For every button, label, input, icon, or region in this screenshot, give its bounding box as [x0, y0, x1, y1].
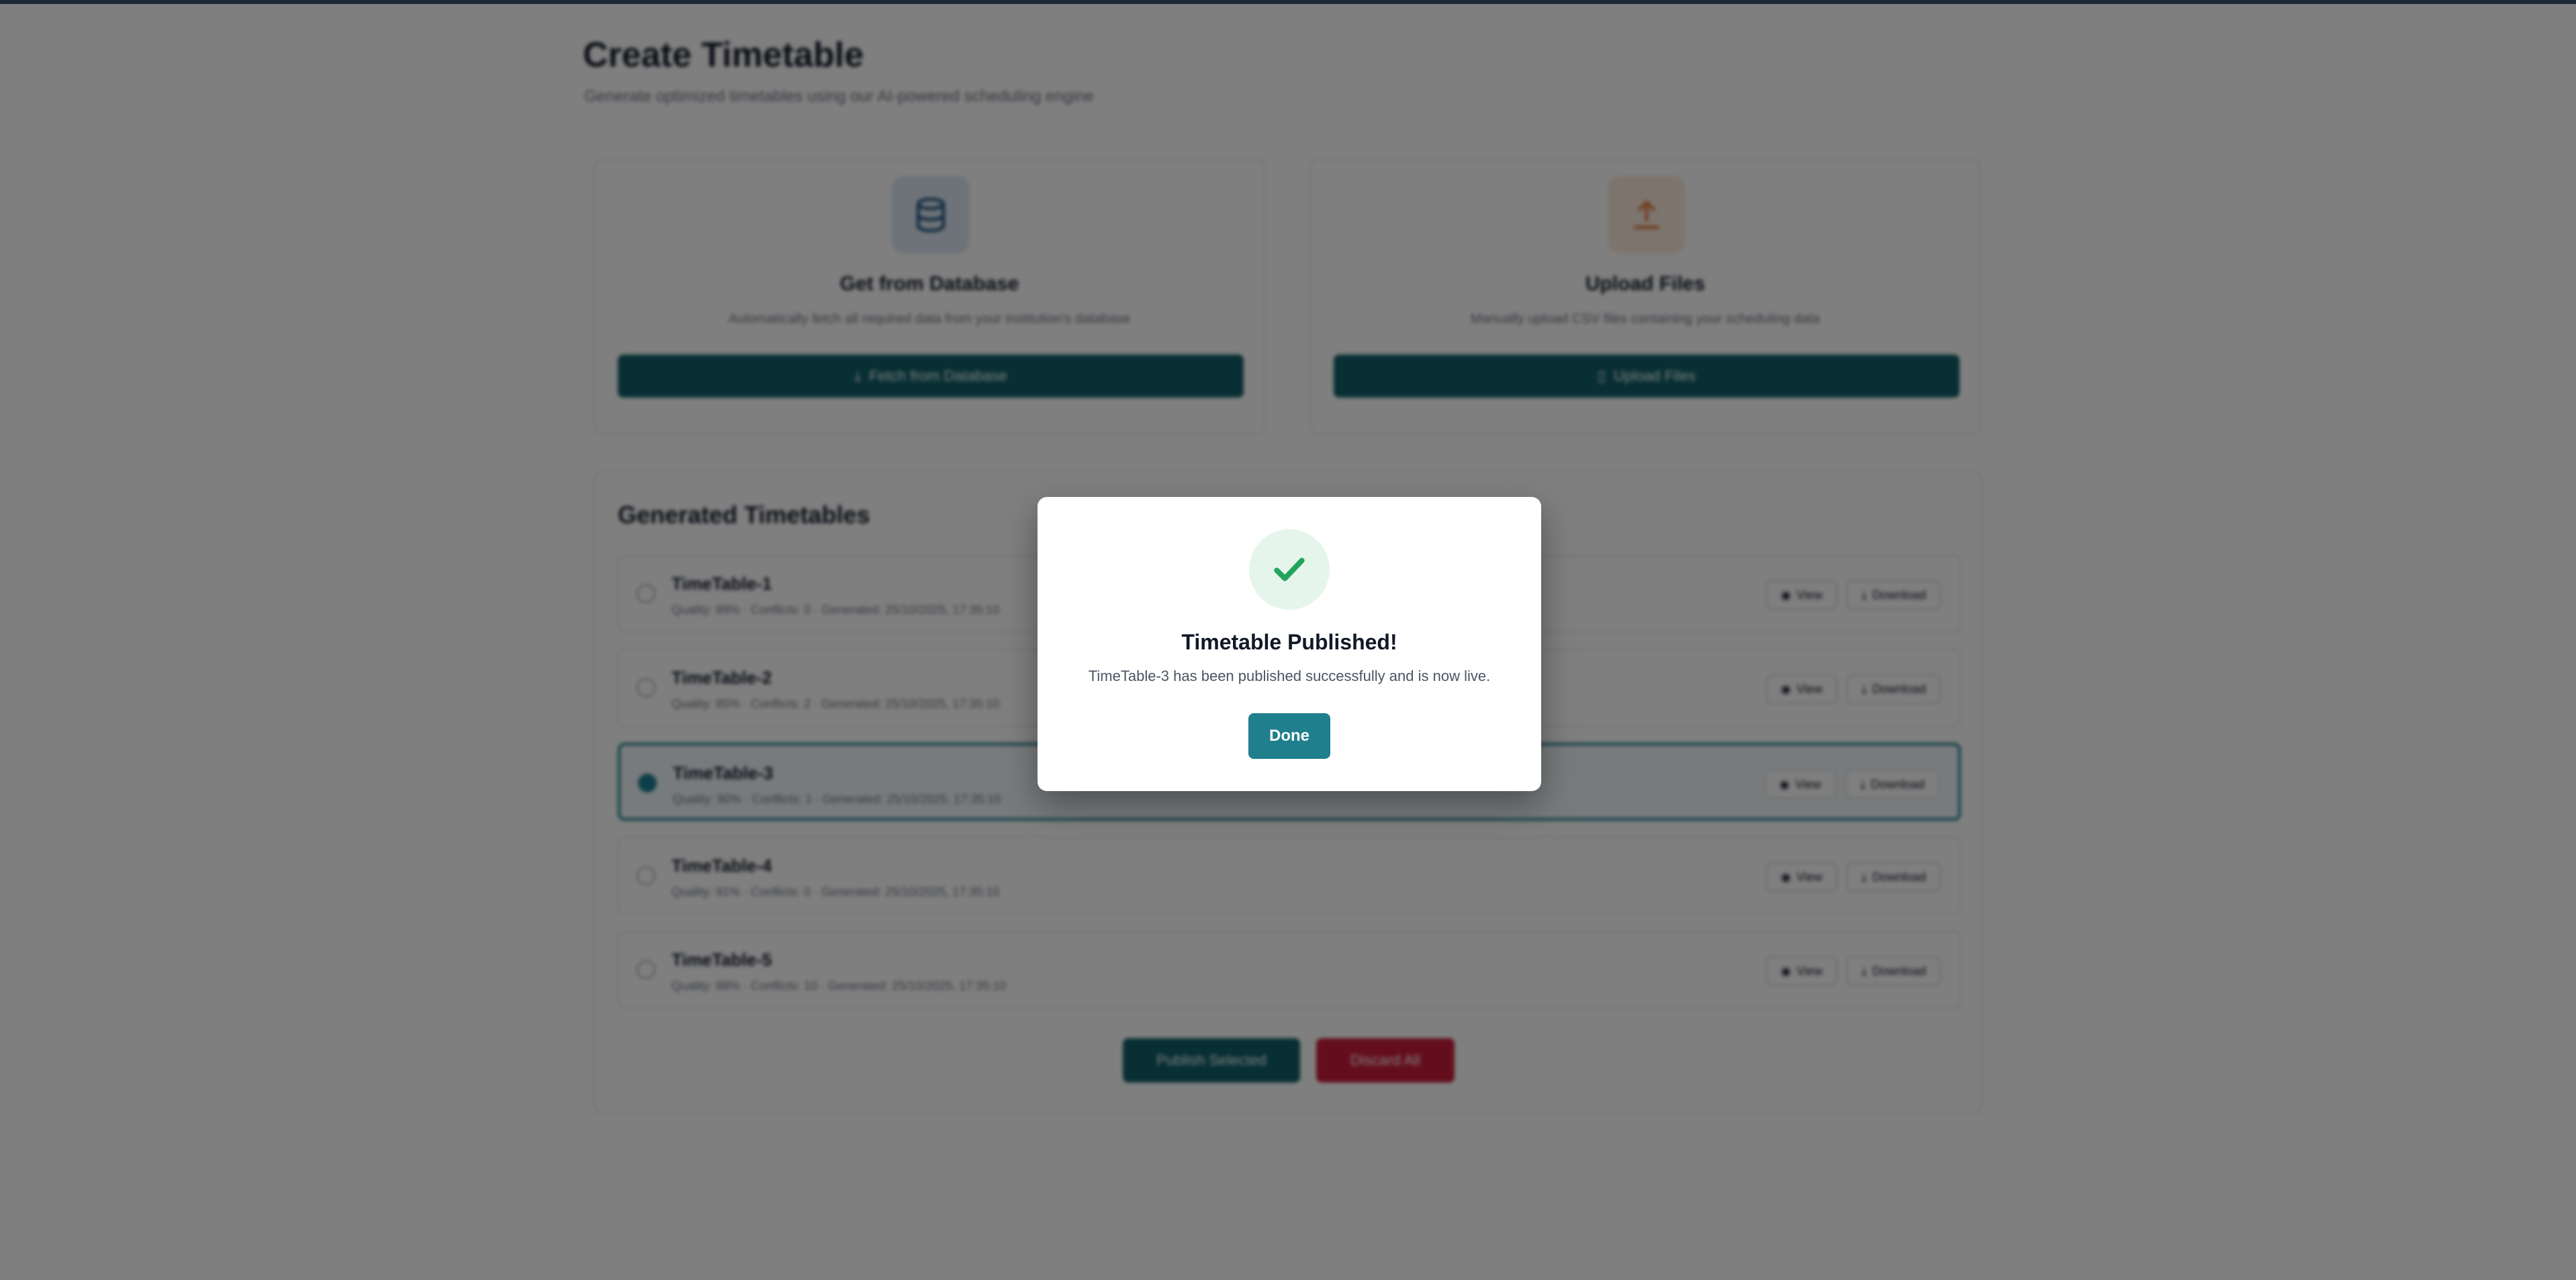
publish-success-dialog: Timetable Published! TimeTable-3 has bee… [1038, 497, 1541, 791]
dialog-title: Timetable Published! [1181, 630, 1397, 654]
done-button[interactable]: Done [1248, 713, 1330, 759]
dialog-message: TimeTable-3 has been published successfu… [1088, 668, 1491, 684]
checkmark-icon [1249, 529, 1330, 610]
